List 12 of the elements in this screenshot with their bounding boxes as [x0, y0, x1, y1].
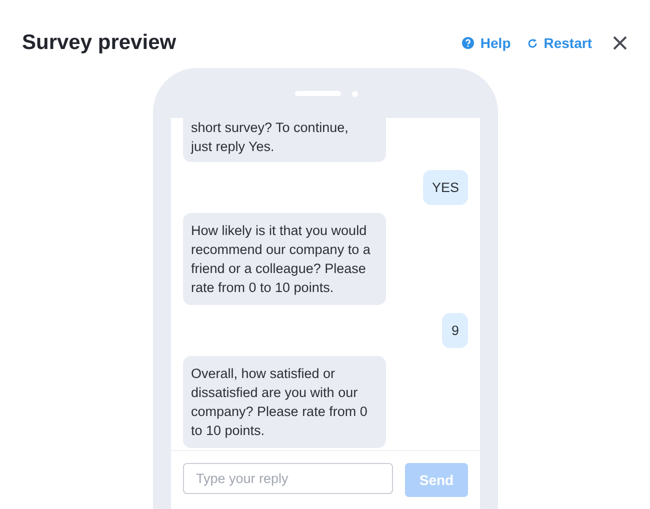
reply-field[interactable]: Type your reply — [183, 463, 393, 494]
user-message: 9 — [442, 313, 468, 348]
help-icon — [462, 37, 474, 49]
bot-message: short survey? To continue, just reply Yes. — [183, 118, 386, 162]
restart-icon — [526, 38, 538, 48]
close-button[interactable] — [612, 35, 628, 51]
help-link[interactable]: Help — [462, 32, 511, 54]
page-title: Survey preview — [22, 30, 176, 56]
restart-link[interactable]: Restart — [526, 32, 592, 54]
bot-message: Overall, how satisfied or dissatisfied are you with our company? Please rate from 0 to 10 points. — [183, 356, 386, 448]
bot-message: How likely is it that you would recommend our company to a friend or a colleague? Please rate from 0 to 10 points. — [183, 213, 386, 305]
user-message: YES — [422, 170, 468, 205]
